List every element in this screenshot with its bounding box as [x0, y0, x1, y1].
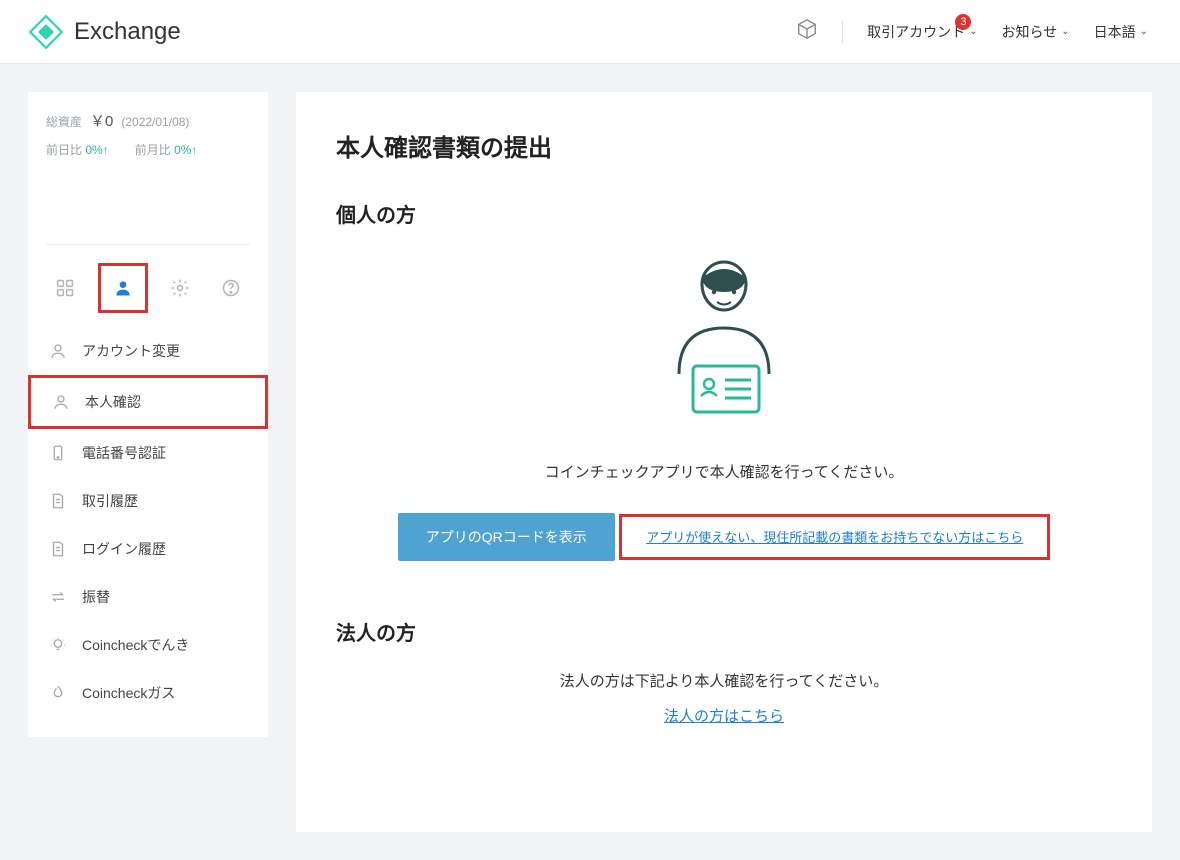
sidebar-item-label: アカウント変更	[82, 341, 180, 361]
tab-help[interactable]	[213, 270, 249, 306]
user-check-icon	[51, 392, 71, 412]
sidebar-tabs	[28, 245, 268, 327]
dod-value: 0%↑	[85, 143, 108, 157]
header: Exchange 取引アカウント ⌄ 3 お知らせ ⌄ 日本語 ⌄	[0, 0, 1180, 64]
corporate-instruction: 法人の方は下記より本人確認を行ってください。	[336, 670, 1112, 691]
stats-date: (2022/01/08)	[121, 115, 189, 129]
sidebar-item-login-history[interactable]: ログイン履歴	[28, 525, 268, 573]
logo[interactable]: Exchange	[28, 14, 181, 50]
person-id-illustration	[659, 254, 789, 429]
sidebar-item-identity[interactable]: 本人確認	[28, 375, 268, 429]
sidebar-item-transfer[interactable]: 振替	[28, 573, 268, 621]
sidebar-item-label: ログイン履歴	[82, 539, 166, 559]
account-menu[interactable]: 取引アカウント ⌄ 3	[867, 22, 977, 42]
phone-icon	[48, 443, 68, 463]
tab-settings[interactable]	[162, 270, 198, 306]
flame-icon	[48, 683, 68, 703]
document-icon	[48, 539, 68, 559]
sidebar-item-label: 振替	[82, 587, 110, 607]
corporate-heading: 法人の方	[336, 617, 1112, 646]
sidebar-item-label: Coincheckガス	[82, 683, 175, 703]
total-assets-label: 総資産	[46, 113, 82, 130]
total-assets-value: ￥0	[90, 110, 113, 131]
corporate-link[interactable]: 法人の方はこちら	[664, 708, 784, 725]
notices-menu[interactable]: お知らせ ⌄	[1001, 22, 1069, 42]
lightbulb-icon	[48, 635, 68, 655]
page-title: 本人確認書類の提出	[336, 128, 1112, 163]
tab-dashboard[interactable]	[47, 270, 83, 306]
header-right: 取引アカウント ⌄ 3 お知らせ ⌄ 日本語 ⌄	[796, 18, 1148, 45]
section-individual: 個人の方	[336, 199, 1112, 561]
sidebar-item-label: 本人確認	[85, 392, 141, 412]
show-qr-button[interactable]: アプリのQRコードを表示	[398, 513, 615, 561]
document-icon	[48, 491, 68, 511]
brand-name: Exchange	[74, 18, 181, 46]
sidebar-item-gas[interactable]: Coincheckガス	[28, 669, 268, 717]
language-menu[interactable]: 日本語 ⌄	[1094, 22, 1148, 42]
cube-icon[interactable]	[796, 18, 818, 45]
chevron-down-icon: ⌄	[1140, 26, 1148, 37]
sidebar-item-label: 電話番号認証	[82, 443, 166, 463]
chevron-down-icon: ⌄	[1061, 26, 1069, 37]
sidebar-item-trade-history[interactable]: 取引履歴	[28, 477, 268, 525]
sidebar-item-account-change[interactable]: アカウント変更	[28, 327, 268, 375]
app-unavailable-link[interactable]: アプリが使えない、現住所記載の書類をお持ちでない方はこちら	[646, 530, 1023, 545]
sidebar-item-denki[interactable]: Coincheckでんき	[28, 621, 268, 669]
individual-instruction: コインチェックアプリで本人確認を行ってください。	[336, 461, 1112, 482]
dod-label: 前日比	[46, 143, 82, 157]
section-corporate: 法人の方 法人の方は下記より本人確認を行ってください。 法人の方はこちら	[336, 617, 1112, 726]
header-divider	[842, 20, 843, 44]
chevron-down-icon: ⌄	[969, 26, 977, 37]
alt-link-highlight: アプリが使えない、現住所記載の書類をお持ちでない方はこちら	[619, 514, 1050, 560]
notification-badge: 3	[955, 14, 971, 30]
sidebar-stats: 総資産 ￥0 (2022/01/08) 前日比 0%↑ 前月比 0%↑	[28, 92, 268, 172]
mom-value: 0%↑	[174, 143, 197, 157]
sidebar-menu: アカウント変更 本人確認 電話番号認証 取引履歴	[28, 327, 268, 737]
tab-account[interactable]	[105, 270, 141, 306]
logo-icon	[28, 14, 64, 50]
language-label: 日本語	[1094, 22, 1136, 42]
main-content: 本人確認書類の提出 個人の方	[296, 92, 1152, 832]
account-menu-label: 取引アカウント	[867, 22, 965, 42]
tab-account-highlight	[98, 263, 148, 313]
sidebar-item-label: 取引履歴	[82, 491, 138, 511]
sidebar-item-phone[interactable]: 電話番号認証	[28, 429, 268, 477]
sidebar: 総資産 ￥0 (2022/01/08) 前日比 0%↑ 前月比 0%↑	[28, 92, 268, 737]
mom-label: 前月比	[135, 143, 171, 157]
notices-label: お知らせ	[1001, 22, 1057, 42]
individual-heading: 個人の方	[336, 199, 1112, 228]
transfer-icon	[48, 587, 68, 607]
user-edit-icon	[48, 341, 68, 361]
sidebar-item-label: Coincheckでんき	[82, 635, 189, 655]
